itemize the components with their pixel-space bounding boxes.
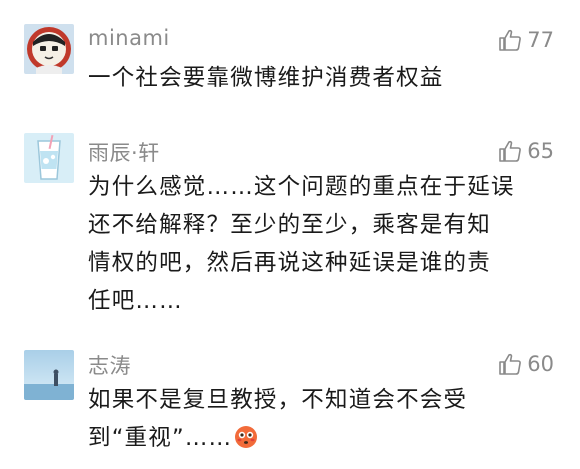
comment-line: 情权的吧，然后再说这种延误是谁的责 xyxy=(88,250,491,276)
avatar-seascape-icon xyxy=(24,350,74,400)
thumbs-up-icon xyxy=(499,353,522,375)
comment-text: 一个社会要靠微博维护消费者权益 xyxy=(88,59,558,97)
comment-line: 如果不是复旦教授，不知道会不会受 xyxy=(88,387,468,413)
thumbs-up-icon xyxy=(499,29,522,51)
like-button[interactable]: 65 xyxy=(498,139,554,163)
avatar[interactable] xyxy=(24,24,74,74)
comment-line: 为什么感觉……这个问题的重点在于延误 xyxy=(88,174,515,200)
like-count: 65 xyxy=(527,139,554,163)
comment-line: 一个社会要靠微博维护消费者权益 xyxy=(88,65,444,91)
avatar[interactable] xyxy=(24,350,74,400)
username[interactable]: minami xyxy=(88,26,170,50)
comment-line: 到“重视”…… xyxy=(88,419,558,457)
comment-line: 任吧…… xyxy=(88,288,183,314)
username[interactable]: 雨辰·轩 xyxy=(88,137,160,167)
avatar-cartoon-icon xyxy=(24,24,74,74)
thumbs-up-icon xyxy=(499,140,522,162)
comment-text: 为什么感觉……这个问题的重点在于延误 还不给解释？至少的至少，乘客是有知 情权的… xyxy=(88,168,558,320)
comment-line: 还不给解释？至少的至少，乘客是有知 xyxy=(88,212,491,238)
like-button[interactable]: 77 xyxy=(498,28,554,52)
like-count: 77 xyxy=(527,28,554,52)
like-button[interactable]: 60 xyxy=(498,352,554,376)
comment-text: 如果不是复旦教授，不知道会不会受 到“重视”…… xyxy=(88,381,558,457)
comment-line-text: 到“重视”…… xyxy=(88,425,233,451)
avatar[interactable] xyxy=(24,133,74,183)
avatar-drink-icon xyxy=(24,133,74,183)
username[interactable]: 志涛 xyxy=(88,350,131,380)
like-count: 60 xyxy=(527,352,554,376)
flushed-face-icon xyxy=(235,426,258,448)
